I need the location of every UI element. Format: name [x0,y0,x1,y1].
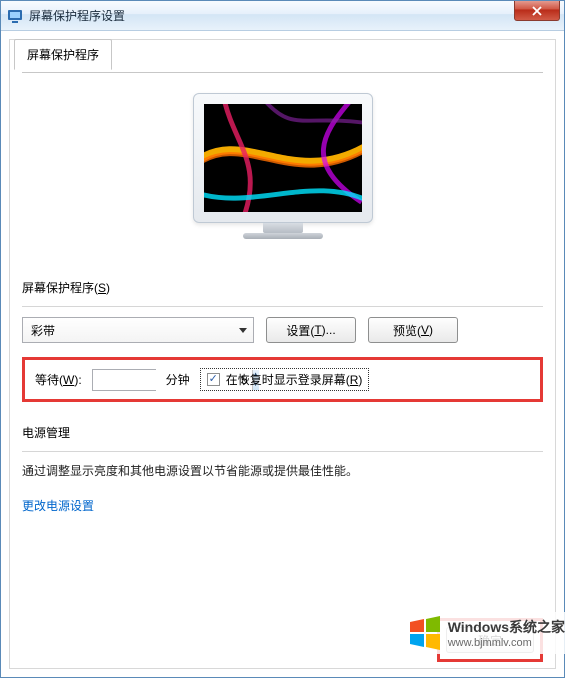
screensaver-preview [204,104,362,212]
resume-label: 在恢复时显示登录屏幕(R) [226,371,363,388]
divider [22,451,543,452]
divider [22,306,543,307]
power-heading: 电源管理 [22,424,70,441]
screensaver-group-label: 屏幕保护程序(S) [22,279,110,296]
settings-button[interactable]: 设置(T)... [266,317,356,343]
wait-spinner[interactable]: ▲ ▼ [92,369,156,391]
wait-label: 等待(W): [35,371,82,388]
windows-logo-icon [408,616,442,650]
content-frame: 屏幕保护程序 [9,39,556,669]
wait-row-highlight: 等待(W): ▲ ▼ 分钟 ✓ [22,357,543,402]
power-group: 电源管理 通过调整显示亮度和其他电源设置以节省能源或提供最佳性能。 更改电源设置 [22,424,543,514]
close-icon [532,6,542,16]
resume-checkbox[interactable]: ✓ [207,373,220,386]
watermark-url: www.bjmmlv.com [448,637,565,649]
monitor-preview [193,93,373,239]
tab-body: 屏幕保护程序(S) 彩带 设置(T)... 预览(V) [22,72,543,514]
change-power-settings-link[interactable]: 更改电源设置 [22,499,94,513]
wait-unit: 分钟 [166,371,190,388]
tab-screensaver[interactable]: 屏幕保护程序 [14,39,112,70]
preview-area [22,93,543,239]
client-area: 屏幕保护程序 [1,31,564,677]
combo-value: 彩带 [31,322,55,339]
watermark: Windows系统之家 www.bjmmlv.com [404,612,569,654]
window-title: 屏幕保护程序设置 [29,7,125,24]
tab-label: 屏幕保护程序 [27,48,99,62]
titlebar: 屏幕保护程序设置 [1,1,564,31]
app-icon [7,8,23,24]
watermark-title: Windows系统之家 [448,617,565,637]
dialog-window: 屏幕保护程序设置 屏幕保护程序 [0,0,565,678]
power-description: 通过调整显示亮度和其他电源设置以节省能源或提供最佳性能。 [22,462,543,479]
resume-checkbox-wrap[interactable]: ✓ 在恢复时显示登录屏幕(R) [200,368,370,391]
screensaver-group: 屏幕保护程序(S) 彩带 设置(T)... 预览(V) [22,279,543,402]
preview-button[interactable]: 预览(V) [368,317,458,343]
screensaver-select[interactable]: 彩带 [22,317,254,343]
close-button[interactable] [514,1,560,21]
chevron-down-icon [239,328,247,333]
